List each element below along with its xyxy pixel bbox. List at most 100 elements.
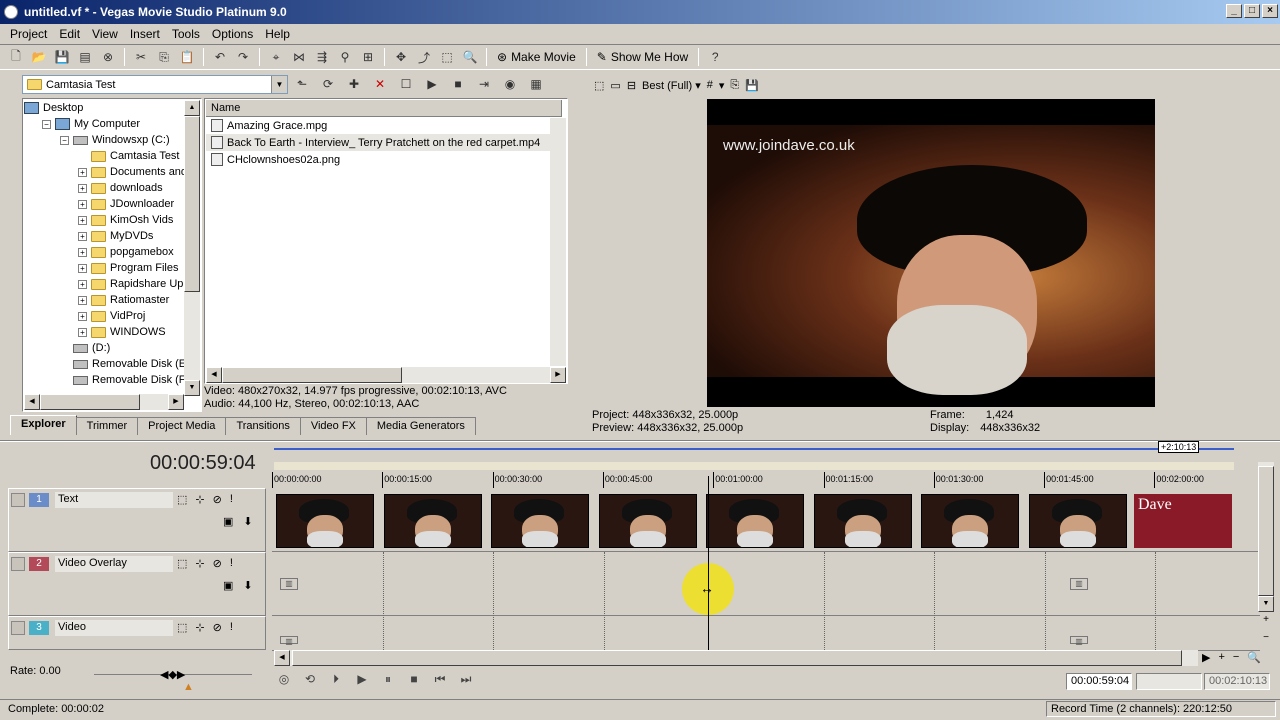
zoom-tool-icon[interactable]: 🔍 [460, 47, 480, 67]
tree-item[interactable]: Camtasia Test [24, 148, 200, 164]
track-lane[interactable] [272, 617, 1260, 651]
track-header[interactable]: 3 Video ⬚ ⊹ ⊘! [8, 616, 266, 650]
cut-icon[interactable]: ✂ [131, 47, 151, 67]
maximize-button[interactable]: □ [1244, 4, 1260, 18]
rate-slider-handle[interactable]: ◀◆▶ [160, 668, 185, 681]
tree-item[interactable]: + popgamebox [24, 244, 200, 260]
solo-icon[interactable]: ! [230, 557, 233, 570]
tree-item[interactable]: + Rapidshare Uplo [24, 276, 200, 292]
tree-item[interactable]: Desktop [24, 100, 200, 116]
scroll-right-icon[interactable]: ▶ [1202, 651, 1210, 664]
menu-edit[interactable]: Edit [53, 27, 86, 41]
selection-tool-icon[interactable]: ⬚ [437, 47, 457, 67]
track-minimize-icon[interactable] [11, 621, 25, 635]
selection-length-field[interactable] [1136, 673, 1202, 690]
tab-project-media[interactable]: Project Media [137, 417, 227, 435]
video-thumbnail-clip[interactable] [706, 494, 804, 548]
paste-icon[interactable]: 📋 [177, 47, 197, 67]
save-snapshot-icon[interactable]: 💾 [745, 79, 759, 92]
cursor-position-field[interactable]: 00:00:59:04 [1066, 673, 1132, 690]
panel-divider[interactable] [0, 440, 1280, 442]
menu-insert[interactable]: Insert [124, 27, 166, 41]
playhead-cursor[interactable] [708, 476, 709, 650]
file-list-vertical-scrollbar[interactable] [550, 118, 566, 366]
scroll-thumb[interactable] [1258, 466, 1274, 596]
delete-icon[interactable]: ✕ [370, 74, 390, 94]
mute-icon[interactable]: ⊘ [213, 621, 222, 634]
compositing-mode-icon[interactable]: ▣ [223, 579, 233, 592]
tree-item[interactable]: + WINDOWS [24, 324, 200, 340]
ripple-edit-icon[interactable]: ⇶ [312, 47, 332, 67]
expand-icon[interactable]: + [78, 231, 87, 241]
quality-dropdown[interactable]: Best (Full) ▾ [642, 79, 701, 92]
scroll-down-icon[interactable]: ▼ [184, 380, 200, 396]
scroll-right-icon[interactable]: ▶ [168, 394, 184, 410]
new-folder-icon[interactable]: ✚ [344, 74, 364, 94]
scroll-down-icon[interactable]: ▼ [1258, 596, 1274, 612]
track-motion-icon[interactable]: ⬚ [177, 621, 187, 634]
scroll-left-icon[interactable]: ◀ [24, 394, 40, 410]
chevron-down-icon[interactable]: ▼ [271, 76, 287, 93]
track-minimize-icon[interactable] [11, 493, 25, 507]
video-thumbnail-clip[interactable] [383, 494, 482, 548]
zoom-in-time-icon[interactable]: + [1218, 651, 1224, 664]
play-preview-icon[interactable]: ▶ [422, 74, 442, 94]
chevron-down-icon[interactable]: ▾ [719, 79, 725, 92]
track-name[interactable]: Video Overlay [55, 556, 173, 572]
minimize-button[interactable]: _ [1226, 4, 1242, 18]
expand-icon[interactable]: + [78, 311, 87, 321]
go-to-start-icon[interactable]: ⏮ [430, 669, 450, 689]
timeline-horizontal-scrollbar[interactable]: ◀ [274, 650, 1198, 666]
track-header[interactable]: 1 Text ⬚ ⊹ ⊘! ▣ ⬇ [8, 488, 266, 552]
time-ruler[interactable]: 00:00:00:00 00:00:15:00 00:00:30:00 00:00:4… [272, 460, 1238, 490]
tab-explorer[interactable]: Explorer [10, 415, 77, 435]
scroll-thumb[interactable] [40, 394, 140, 410]
tree-item[interactable]: Removable Disk (E:) [24, 356, 200, 372]
file-item[interactable]: Amazing Grace.mpg [206, 117, 566, 134]
zoom-out-track-icon[interactable]: − [1260, 632, 1272, 644]
track-fx-icon[interactable]: ⊹ [195, 557, 204, 570]
video-thumbnail-clip[interactable] [276, 494, 374, 548]
split-screen-icon[interactable]: ⊟ [627, 79, 636, 92]
menu-project[interactable]: Project [4, 27, 53, 41]
tree-item[interactable]: (D:) [24, 340, 200, 356]
menu-options[interactable]: Options [206, 27, 259, 41]
lock-envelopes-icon[interactable]: ⚲ [335, 47, 355, 67]
whats-this-help-icon[interactable]: ? [705, 47, 725, 67]
scroll-thumb[interactable] [184, 116, 200, 292]
track-name[interactable]: Text [55, 492, 173, 508]
ignore-grouping-icon[interactable]: ⊞ [358, 47, 378, 67]
zoom-tool-icon[interactable]: 🔍 [1247, 651, 1261, 664]
expand-icon[interactable]: + [78, 295, 87, 305]
expand-icon[interactable]: + [78, 247, 87, 257]
compositing-mode-icon[interactable]: ▣ [223, 515, 233, 528]
scroll-left-icon[interactable]: ◀ [206, 367, 222, 383]
close-button[interactable]: × [1262, 4, 1278, 18]
record-icon[interactable]: ◎ [274, 669, 294, 689]
parent-track-icon[interactable]: ⬇ [243, 515, 252, 528]
tree-item[interactable]: + KimOsh Vids [24, 212, 200, 228]
name-column-header[interactable]: Name [206, 100, 562, 117]
track-lane[interactable] [272, 553, 1260, 616]
tree-item[interactable]: + downloads [24, 180, 200, 196]
tree-item[interactable]: − Windowsxp (C:) [24, 132, 200, 148]
tree-item[interactable]: + Ratiomaster [24, 292, 200, 308]
menu-tools[interactable]: Tools [166, 27, 206, 41]
tab-trimmer[interactable]: Trimmer [75, 417, 139, 435]
tree-item[interactable]: − My Computer [24, 116, 200, 132]
tree-item[interactable]: + JDownloader [24, 196, 200, 212]
auto-preview-icon[interactable]: ⇥ [474, 74, 494, 94]
mute-icon[interactable]: ⊘ [213, 557, 222, 570]
file-item[interactable]: Back To Earth - Interview_ Terry Pratche… [206, 134, 550, 151]
tab-transitions[interactable]: Transitions [225, 417, 301, 435]
save-icon[interactable]: 💾 [52, 47, 72, 67]
explorer-path-dropdown[interactable]: Camtasia Test ▼ [22, 75, 288, 94]
stop-icon[interactable]: ■ [404, 669, 424, 689]
scroll-thumb[interactable] [292, 650, 1182, 666]
track-header[interactable]: 2 Video Overlay ⬚ ⊹ ⊘! ▣ ⬇ [8, 552, 266, 616]
expand-icon[interactable]: + [78, 327, 87, 337]
loop-region-bar[interactable] [274, 444, 1234, 450]
snapping-icon[interactable]: ⌖ [266, 47, 286, 67]
tree-item[interactable]: + Documents and [24, 164, 200, 180]
new-icon[interactable]: 🗋 [6, 47, 26, 67]
